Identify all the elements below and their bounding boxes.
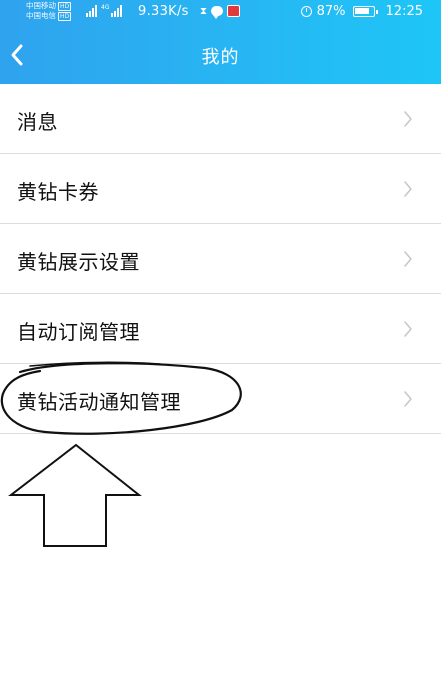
network-speed: 9.33K/s bbox=[138, 4, 189, 19]
chevron-right-icon bbox=[404, 391, 412, 407]
carrier-2: 中国电信 bbox=[26, 11, 56, 20]
chevron-right-icon bbox=[404, 321, 412, 337]
menu-item-messages[interactable]: 消息 bbox=[0, 84, 441, 154]
status-bar: 中国移动 HD 中国电信 HD 4G 9.33K/s ⧗ 87% 12:25 bbox=[0, 0, 441, 26]
hd-badge: HD bbox=[58, 1, 72, 11]
chat-icon bbox=[211, 6, 224, 19]
chevron-right-icon bbox=[404, 181, 412, 197]
page-title: 我的 bbox=[201, 47, 240, 68]
signal-icons: 4G bbox=[86, 4, 123, 17]
menu-item-display-settings[interactable]: 黄钻展示设置 bbox=[0, 224, 441, 294]
signal-icon bbox=[86, 5, 97, 17]
network-type-label: 4G bbox=[101, 4, 110, 11]
title-bar: 我的 bbox=[0, 26, 441, 84]
menu-list: 消息 黄钻卡券 黄钻展示设置 自动订阅管理 黄钻活动通知管理 bbox=[0, 84, 441, 434]
carrier-row-1: 中国移动 HD bbox=[26, 1, 72, 11]
chevron-right-icon bbox=[404, 111, 412, 127]
menu-item-label: 自动订阅管理 bbox=[17, 320, 140, 344]
notification-icons: ⧗ bbox=[200, 5, 241, 19]
page: 中国移动 HD 中国电信 HD 4G 9.33K/s ⧗ 87% 12:25 我… bbox=[0, 0, 441, 691]
chevron-right-icon bbox=[404, 251, 412, 267]
carrier-info: 中国移动 HD 中国电信 HD bbox=[26, 1, 72, 21]
signal-icon-2: 4G bbox=[101, 4, 123, 17]
menu-item-label: 消息 bbox=[17, 110, 58, 134]
hourglass-icon: ⧗ bbox=[200, 5, 208, 17]
menu-item-label: 黄钻展示设置 bbox=[17, 250, 140, 274]
alarm-icon bbox=[300, 6, 312, 17]
carrier-1: 中国移动 bbox=[26, 1, 56, 10]
up-arrow bbox=[8, 443, 142, 547]
battery-percent: 87% bbox=[316, 4, 346, 19]
menu-item-activity-notifications[interactable]: 黄钻活动通知管理 bbox=[0, 364, 441, 434]
menu-item-coupons[interactable]: 黄钻卡券 bbox=[0, 154, 441, 224]
hd-badge-2: HD bbox=[58, 11, 72, 21]
header: 中国移动 HD 中国电信 HD 4G 9.33K/s ⧗ 87% 12:25 我… bbox=[0, 0, 441, 84]
app-notification-icon bbox=[227, 5, 241, 17]
battery-icon bbox=[352, 6, 378, 17]
carrier-row-2: 中国电信 HD bbox=[26, 11, 72, 21]
menu-item-label: 黄钻卡券 bbox=[17, 180, 99, 204]
menu-item-label: 黄钻活动通知管理 bbox=[17, 390, 181, 414]
clock-time: 12:25 bbox=[385, 4, 423, 19]
system-status: 87% 12:25 bbox=[300, 4, 423, 19]
menu-item-auto-subscribe[interactable]: 自动订阅管理 bbox=[0, 294, 441, 364]
